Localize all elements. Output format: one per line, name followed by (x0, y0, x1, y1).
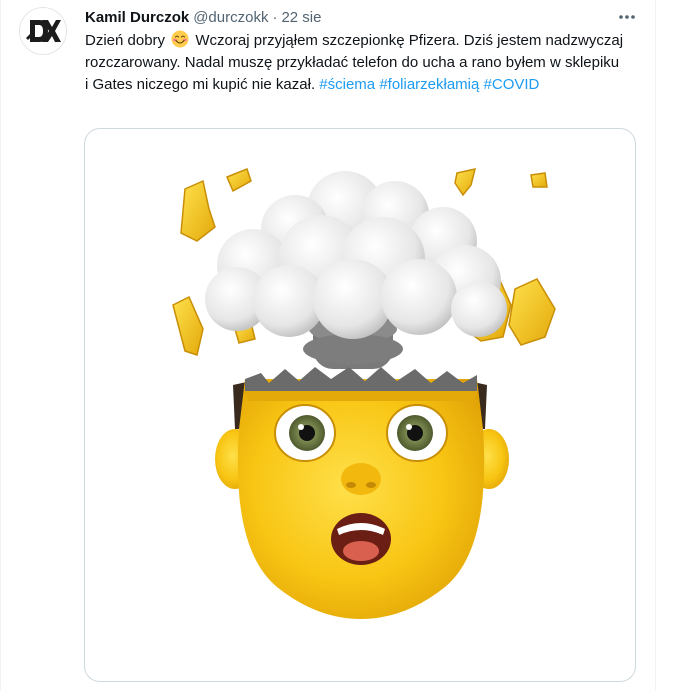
exploding-head-memoji-image (172, 168, 556, 619)
more-horizontal-icon (619, 15, 635, 19)
hashtag-link[interactable]: #ściema (319, 76, 375, 93)
author-handle[interactable]: @durczokk (193, 8, 268, 28)
tweet-header: Kamil Durczok @durczokk · 22 sie (85, 8, 321, 28)
smiling-face-emoji-icon (171, 30, 189, 48)
hashtag-link[interactable]: #COVID (484, 76, 540, 93)
timeline-border-left (0, 0, 1, 691)
tweet-text: Dzień dobry Wczoraj przyjąłem szczepionk… (85, 30, 625, 96)
dx-logo-icon (26, 20, 61, 42)
more-button[interactable] (614, 6, 640, 28)
tweet-media[interactable] (84, 128, 636, 682)
memoji-mouth (331, 513, 391, 565)
avatar[interactable] (19, 7, 67, 55)
mushroom-cloud (205, 171, 507, 339)
tweet-timestamp[interactable]: 22 sie (281, 8, 321, 28)
header-separator: · (272, 9, 278, 26)
hashtag-link[interactable]: #foliarzekłamią (379, 76, 479, 93)
tweet-text-part1: Dzień dobry (85, 32, 166, 49)
tweet-card[interactable]: Kamil Durczok @durczokk · 22 sie Dzień d… (0, 0, 677, 691)
timeline-border-right (655, 0, 656, 691)
author-display-name[interactable]: Kamil Durczok (85, 8, 189, 28)
